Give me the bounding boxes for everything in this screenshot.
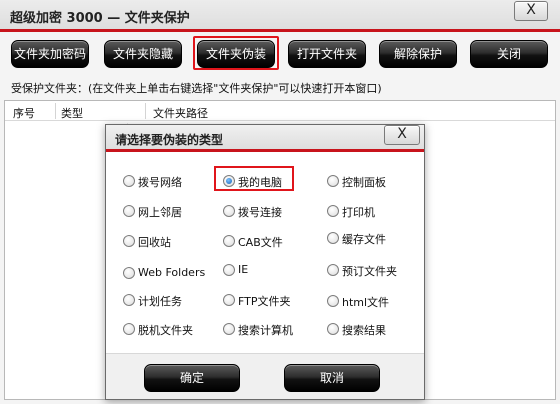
radio-button[interactable]: [223, 205, 235, 217]
option-label: FTP文件夹: [238, 295, 291, 308]
radio-button[interactable]: [327, 205, 339, 217]
option-label: 拨号连接: [238, 206, 282, 219]
option-label: 网上邻居: [138, 206, 182, 219]
radio-button[interactable]: [123, 175, 135, 187]
radio-button[interactable]: [123, 235, 135, 247]
ok-button[interactable]: 确定: [144, 364, 240, 392]
option-label: html文件: [342, 296, 390, 309]
dialog-titlebar[interactable]: 请选择要伪装的类型 X: [106, 125, 424, 152]
radio-button[interactable]: [327, 323, 339, 335]
cancel-button[interactable]: 取消: [284, 364, 380, 392]
option-label: 脱机文件夹: [138, 324, 193, 337]
option-label: 计划任务: [138, 295, 182, 308]
radio-button[interactable]: [223, 235, 235, 247]
dialog-close-button[interactable]: X: [384, 125, 420, 145]
radio-button[interactable]: [223, 264, 235, 276]
disguise-type-dialog: 请选择要伪装的类型 X 拨号网络 我的电脑 控制面板 网上邻居 拨号连接 打印机…: [105, 124, 425, 400]
option-label: CAB文件: [238, 236, 283, 249]
option-label: Web Folders: [138, 266, 206, 279]
radio-button[interactable]: [327, 264, 339, 276]
modal-overlay: 请选择要伪装的类型 X 拨号网络 我的电脑 控制面板 网上邻居 拨号连接 打印机…: [0, 0, 560, 404]
option-label: 搜索结果: [342, 324, 386, 337]
option-label: 我的电脑: [238, 176, 282, 189]
radio-button[interactable]: [327, 232, 339, 244]
dialog-footer: 确定 取消: [106, 353, 424, 399]
radio-button[interactable]: [223, 323, 235, 335]
option-label: 回收站: [138, 236, 171, 249]
option-label: IE: [238, 263, 249, 276]
radio-button-selected[interactable]: [223, 175, 235, 187]
option-label: 控制面板: [342, 176, 386, 189]
radio-button[interactable]: [123, 294, 135, 306]
option-label: 预订文件夹: [342, 265, 397, 278]
radio-button[interactable]: [327, 295, 339, 307]
option-label: 拨号网络: [138, 176, 182, 189]
option-label: 搜索计算机: [238, 324, 293, 337]
option-label: 打印机: [342, 206, 375, 219]
radio-button[interactable]: [123, 267, 135, 279]
radio-button[interactable]: [123, 323, 135, 335]
radio-button[interactable]: [123, 205, 135, 217]
radio-button[interactable]: [327, 175, 339, 187]
dialog-title: 请选择要伪装的类型: [115, 133, 224, 147]
radio-button[interactable]: [223, 294, 235, 306]
option-label: 缓存文件: [342, 233, 386, 246]
